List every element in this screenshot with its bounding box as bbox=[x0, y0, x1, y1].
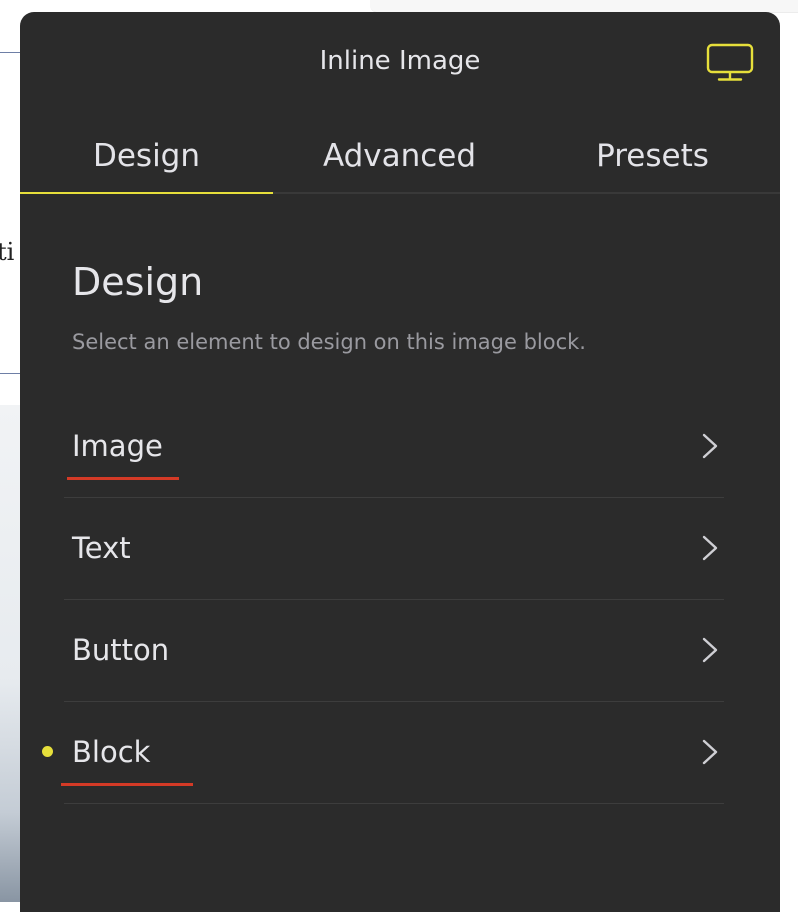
design-item-button[interactable]: Button bbox=[64, 599, 724, 702]
tab-design[interactable]: Design bbox=[20, 120, 273, 192]
design-item-label: Text bbox=[72, 531, 131, 565]
background-divider bbox=[0, 373, 22, 374]
chevron-right-icon bbox=[702, 535, 718, 561]
tab-advanced[interactable]: Advanced bbox=[273, 120, 526, 192]
tab-presets[interactable]: Presets bbox=[526, 120, 779, 192]
design-item-label: Image bbox=[72, 429, 163, 463]
modified-indicator-dot bbox=[42, 746, 53, 757]
active-tab-indicator bbox=[20, 192, 273, 194]
design-item-image[interactable]: Image bbox=[64, 395, 724, 498]
background-divider bbox=[0, 52, 22, 53]
panel-title: Inline Image bbox=[319, 46, 481, 76]
section-title: Design bbox=[72, 260, 204, 304]
annotation-underline bbox=[67, 477, 179, 480]
panel-tabs: Design Advanced Presets bbox=[20, 120, 780, 194]
section-description: Select an element to design on this imag… bbox=[72, 330, 586, 354]
design-item-text[interactable]: Text bbox=[64, 497, 724, 600]
design-item-block[interactable]: Block bbox=[42, 701, 724, 804]
inline-image-panel: Inline Image Design Advanced Presets Des… bbox=[20, 12, 780, 912]
chevron-right-icon bbox=[702, 637, 718, 663]
chevron-right-icon bbox=[702, 433, 718, 459]
design-item-label: Block bbox=[72, 735, 151, 769]
chevron-right-icon bbox=[702, 739, 718, 765]
design-item-label: Button bbox=[72, 633, 170, 667]
background-photo bbox=[0, 405, 22, 902]
desktop-monitor-icon[interactable] bbox=[706, 43, 754, 83]
annotation-underline bbox=[61, 783, 193, 786]
background-text-fragment: ti bbox=[0, 238, 15, 266]
